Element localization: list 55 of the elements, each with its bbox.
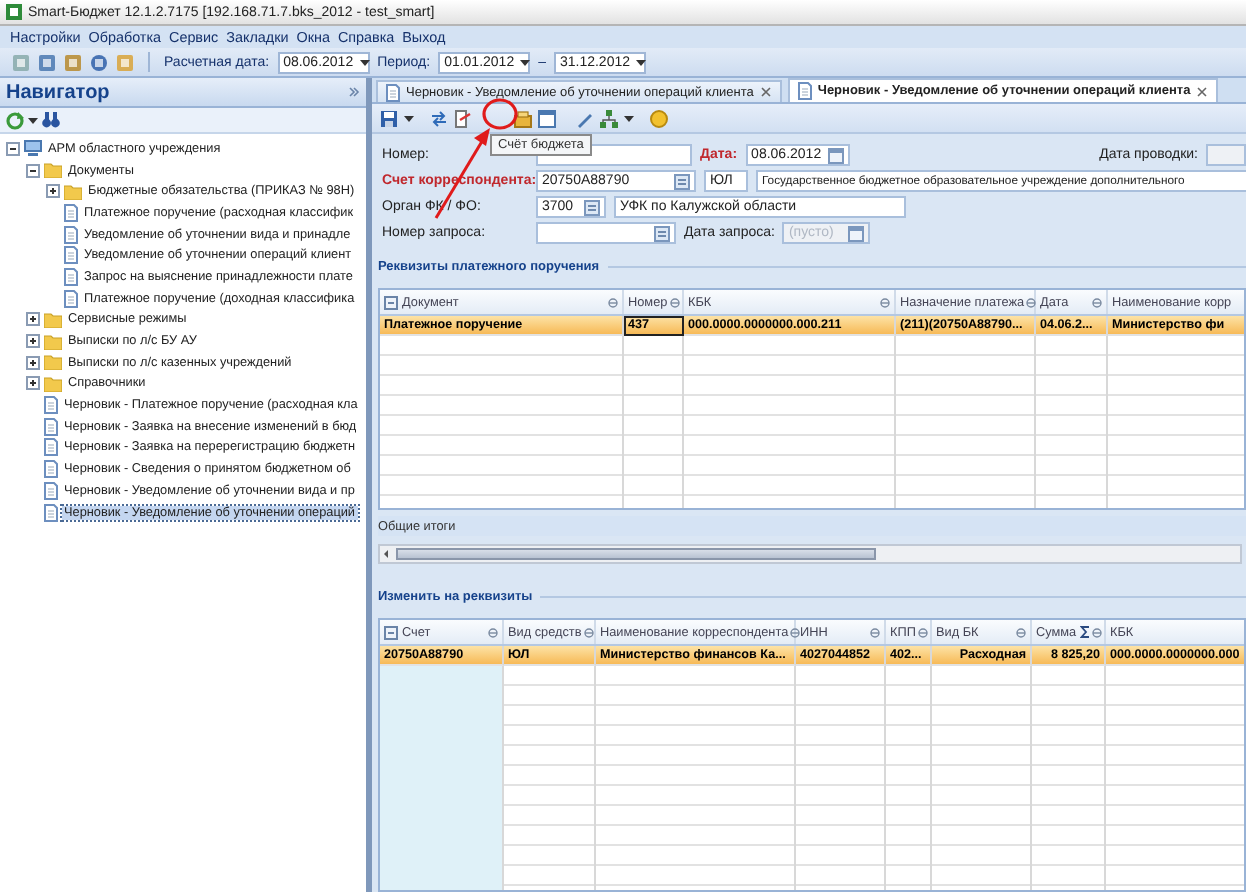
pin-icon[interactable] bbox=[608, 297, 618, 307]
pen-icon[interactable] bbox=[576, 109, 594, 127]
caret-icon[interactable] bbox=[404, 115, 414, 121]
caret-icon[interactable] bbox=[520, 59, 531, 65]
picker-icon[interactable] bbox=[654, 225, 670, 241]
pin-icon[interactable] bbox=[583, 627, 594, 637]
date-field[interactable] bbox=[1206, 144, 1246, 166]
document-icon bbox=[386, 83, 400, 101]
document-icon bbox=[44, 503, 58, 522]
pin-icon[interactable] bbox=[790, 627, 801, 637]
binoculars-icon[interactable] bbox=[42, 112, 60, 128]
save-icon[interactable] bbox=[380, 109, 398, 127]
column-chooser-icon[interactable] bbox=[384, 295, 398, 309]
expand-icon[interactable] bbox=[26, 312, 40, 327]
expand-icon[interactable] bbox=[26, 376, 40, 391]
pin-icon[interactable] bbox=[1092, 297, 1102, 307]
caret-icon[interactable] bbox=[28, 117, 38, 123]
expand-icon[interactable] bbox=[26, 355, 40, 370]
close-icon[interactable] bbox=[759, 86, 772, 98]
input-field[interactable] bbox=[536, 222, 676, 244]
column-chooser-icon[interactable] bbox=[384, 625, 398, 639]
collapse-icon[interactable] bbox=[26, 163, 40, 178]
document-icon bbox=[64, 203, 78, 222]
scroll-left-icon[interactable] bbox=[380, 548, 392, 560]
caret-icon[interactable] bbox=[636, 59, 647, 65]
panel-title: Навигатор bbox=[6, 81, 110, 103]
pin-icon[interactable] bbox=[880, 297, 890, 307]
document-arrow-icon[interactable] bbox=[454, 109, 472, 127]
expand-icon[interactable] bbox=[46, 184, 60, 199]
arrows-icon[interactable] bbox=[430, 109, 448, 127]
expand-icon[interactable] bbox=[26, 334, 40, 349]
pin-icon[interactable] bbox=[1026, 297, 1037, 307]
picker-icon[interactable] bbox=[584, 199, 600, 215]
computer-icon bbox=[24, 140, 42, 157]
pin-icon[interactable] bbox=[1016, 627, 1026, 637]
pin-icon[interactable] bbox=[488, 627, 498, 637]
document-icon bbox=[64, 289, 78, 308]
calendar-icon[interactable] bbox=[848, 225, 865, 241]
app-icon bbox=[6, 4, 22, 20]
pin-icon[interactable] bbox=[870, 627, 880, 637]
caret-icon[interactable] bbox=[624, 115, 634, 121]
sum-icon[interactable] bbox=[1080, 626, 1091, 638]
calendar-icon[interactable] bbox=[827, 147, 844, 163]
caret-icon[interactable] bbox=[359, 59, 370, 65]
box-icon[interactable] bbox=[514, 109, 532, 127]
collapse-icon[interactable] bbox=[6, 141, 20, 156]
horizontal-scrollbar[interactable] bbox=[378, 544, 1242, 564]
document-icon bbox=[797, 82, 812, 100]
collapse-panel-icon[interactable] bbox=[348, 86, 360, 98]
pin-icon[interactable] bbox=[917, 627, 928, 637]
coin-icon[interactable] bbox=[650, 109, 668, 127]
pin-icon[interactable] bbox=[669, 297, 680, 307]
close-icon[interactable] bbox=[1196, 85, 1209, 97]
picker-icon[interactable] bbox=[674, 173, 690, 189]
hierarchy-icon[interactable] bbox=[600, 109, 618, 127]
